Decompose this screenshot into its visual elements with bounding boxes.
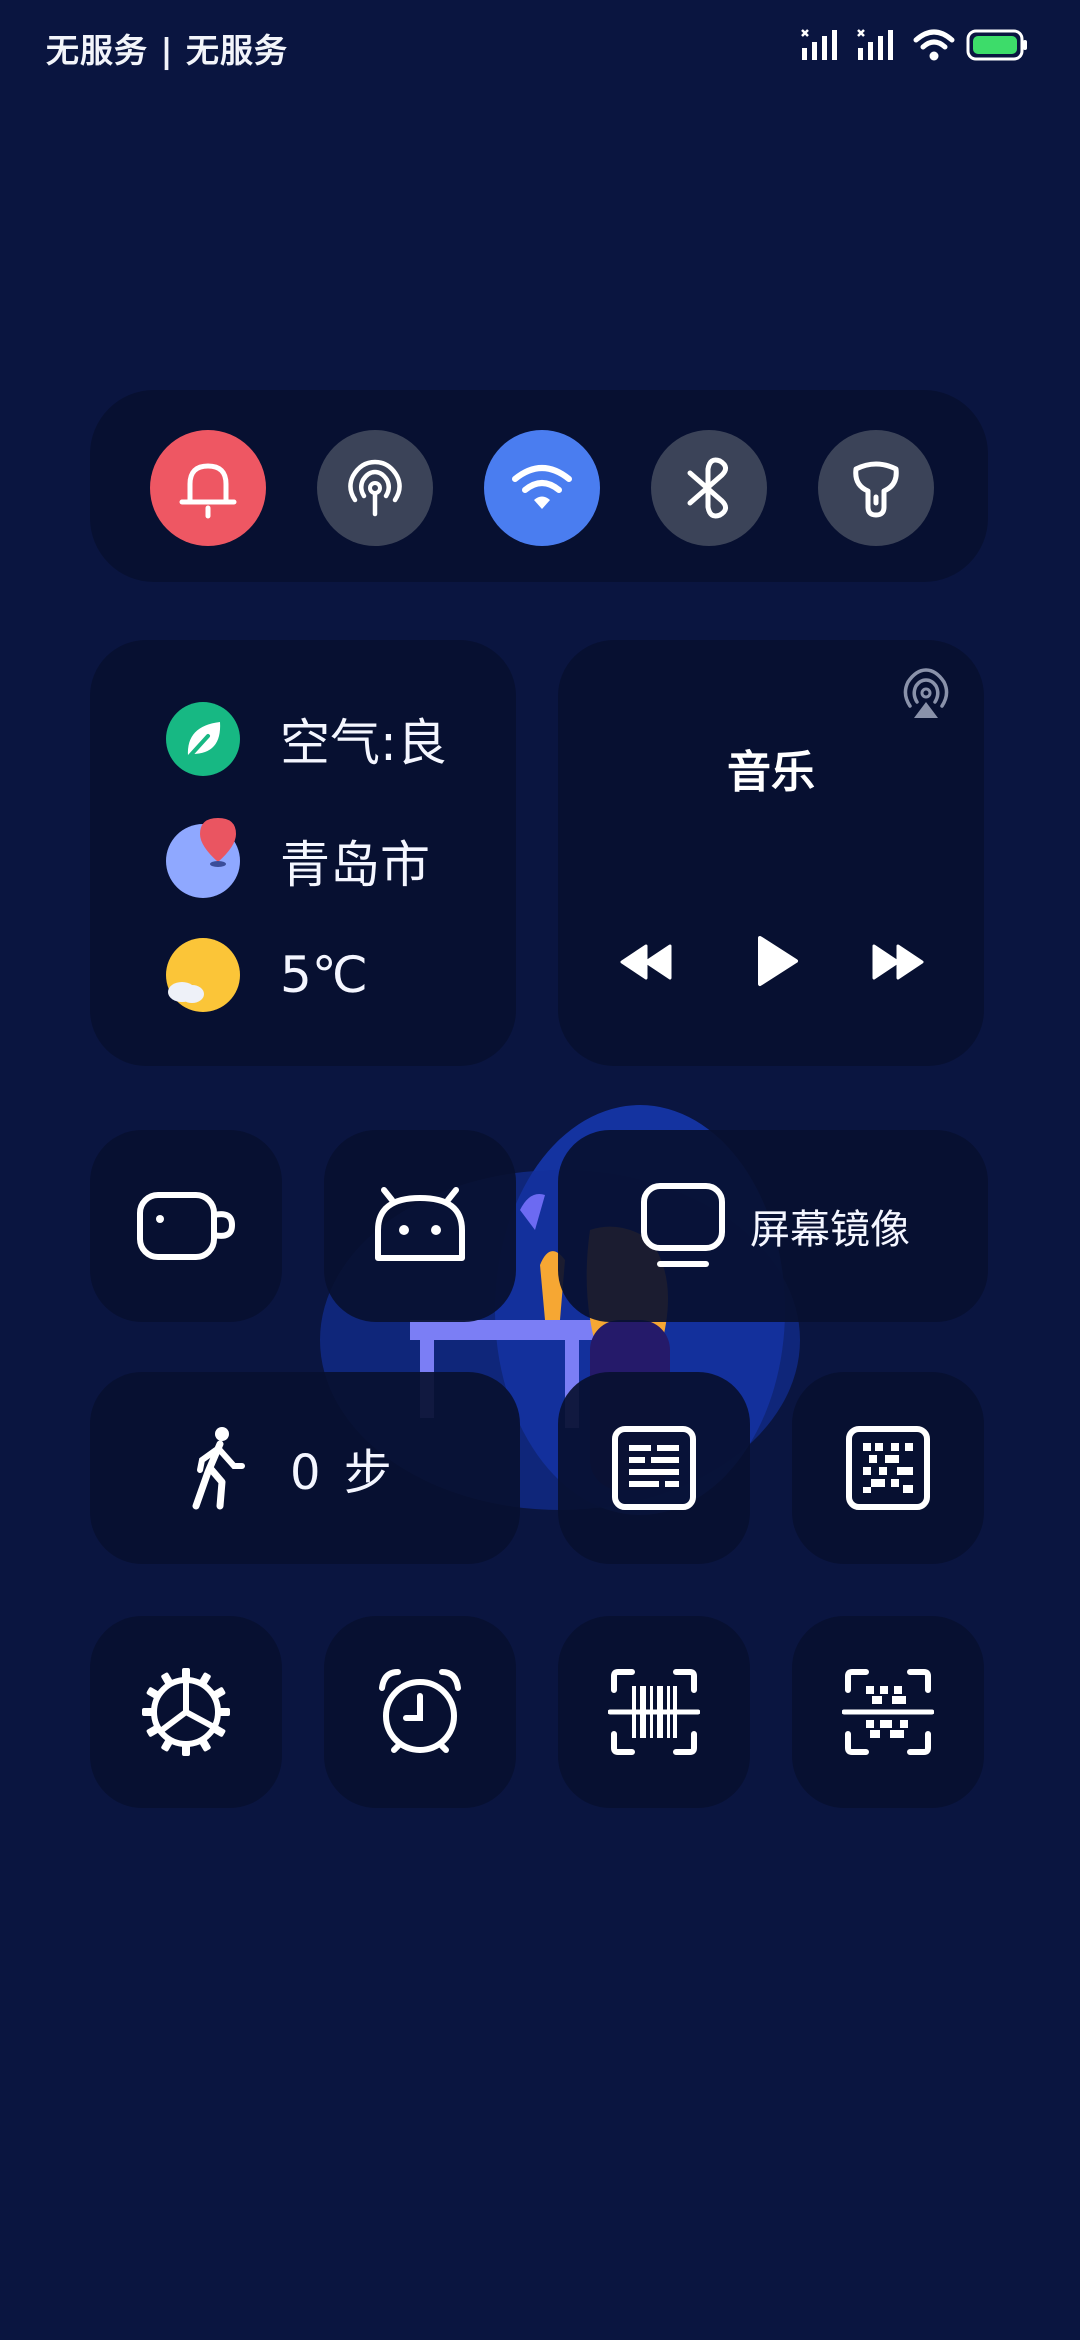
steps-count: 0 步 [290, 1445, 396, 1501]
cast-icon[interactable] [900, 668, 952, 720]
screen-mirror-label: 屏幕镜像 [750, 1207, 910, 1253]
temperature-text: 5℃ [280, 946, 368, 1004]
wifi-toggle[interactable] [484, 430, 600, 546]
alarm-tile[interactable] [324, 1616, 516, 1808]
walking-person-icon [192, 1427, 245, 1510]
monitor-icon [641, 1183, 725, 1267]
hotspot-icon [348, 459, 402, 517]
temperature-row: 5℃ [166, 938, 368, 1012]
flashlight-icon [853, 461, 899, 518]
settings-tile[interactable] [90, 1616, 282, 1808]
qr-scan-icon [842, 1669, 934, 1755]
city-text: 青岛市 [280, 836, 430, 894]
play-icon[interactable] [754, 934, 800, 988]
hotspot-toggle[interactable] [317, 430, 433, 546]
android-tile[interactable] [324, 1130, 516, 1322]
tea-cup-tile[interactable] [90, 1130, 282, 1322]
city-row: 青岛市 [166, 818, 430, 898]
next-icon[interactable] [870, 944, 926, 980]
qr-code-icon [846, 1426, 930, 1510]
barcode-scan-icon [608, 1669, 700, 1755]
leaf-icon [166, 702, 240, 776]
location-pin-icon [166, 818, 240, 898]
wifi-icon [512, 465, 572, 509]
steps-tile[interactable]: 0 步 [90, 1372, 520, 1564]
bell-icon [179, 463, 237, 519]
gear-icon [142, 1668, 230, 1756]
info-card[interactable]: 空气:良 青岛市 5℃ [90, 640, 516, 1066]
bluetooth-icon [687, 457, 728, 519]
air-quality-row: 空气:良 [166, 702, 447, 776]
alarm-clock-icon [379, 1669, 461, 1753]
weather-cloudy-sun-icon [166, 938, 240, 1012]
qr-scan-tile[interactable] [792, 1616, 984, 1808]
quick-toggles-panel [90, 390, 988, 582]
bell-toggle[interactable] [150, 430, 266, 546]
status-carrier: 无服务 | 无服务 [46, 31, 289, 70]
document-tile[interactable] [558, 1372, 750, 1564]
qr-code-tile[interactable] [792, 1372, 984, 1564]
tea-cup-icon [137, 1192, 236, 1260]
screen-mirror-tile[interactable]: 屏幕镜像 [558, 1130, 988, 1322]
barcode-scan-tile[interactable] [558, 1616, 750, 1808]
document-icon [612, 1426, 696, 1510]
air-quality-text: 空气:良 [280, 714, 447, 772]
status-icons [800, 28, 1028, 62]
flashlight-toggle[interactable] [818, 430, 934, 546]
wifi-icon [913, 29, 955, 61]
signal-2-icon [857, 29, 893, 60]
music-card[interactable]: 音乐 [558, 640, 984, 1066]
music-title: 音乐 [727, 747, 815, 798]
signal-1-icon [801, 29, 837, 60]
previous-icon[interactable] [618, 944, 674, 980]
bluetooth-toggle[interactable] [651, 430, 767, 546]
android-robot-icon [375, 1187, 465, 1261]
battery-icon [966, 29, 1027, 61]
